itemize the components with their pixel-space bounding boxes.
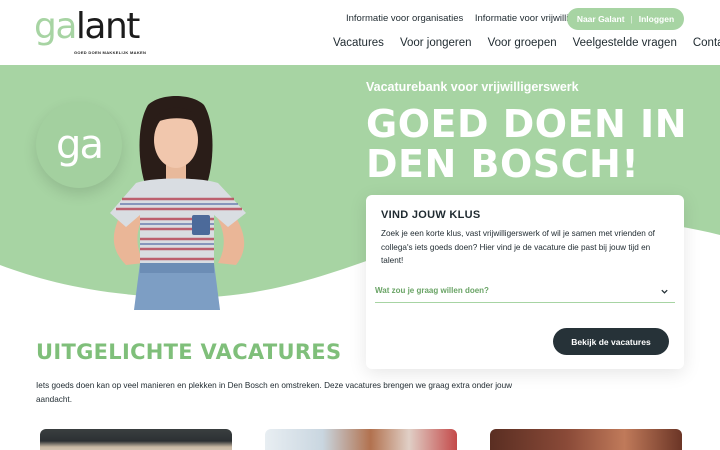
nav-voor-jongeren[interactable]: Voor jongeren: [400, 37, 472, 49]
featured-title: UITGELICHTE VACATURES: [36, 340, 342, 364]
search-card-text: Zoek je een korte klus, vast vrijwillige…: [381, 229, 655, 265]
logo-wordmark: galant: [34, 5, 141, 49]
vacancy-card-image[interactable]: [490, 429, 682, 450]
naar-galant-link[interactable]: Naar Galant: [577, 14, 625, 24]
nav-vacatures[interactable]: Vacatures: [333, 37, 384, 49]
main-nav: Vacatures Voor jongeren Voor groepen Vee…: [333, 37, 720, 49]
hero-kicker: Vacaturebank voor vrijwilligerswerk: [366, 80, 579, 94]
search-card-title: VIND JOUW KLUS: [381, 209, 481, 221]
logo-tagline: GOED DOEN MAKKELIJK MAKEN: [74, 50, 147, 55]
nav-contact[interactable]: Contact: [693, 37, 720, 49]
nav-voor-groepen[interactable]: Voor groepen: [488, 37, 557, 49]
galant-logo[interactable]: galant GOED DOEN MAKKELIJK MAKEN: [34, 6, 147, 55]
top-links: Informatie voor organisaties Informatie …: [346, 13, 596, 24]
nav-veelgestelde-vragen[interactable]: Veelgestelde vragen: [573, 37, 677, 49]
hero-title-line1: GOED DOEN IN: [366, 102, 688, 146]
login-link[interactable]: Inloggen: [639, 14, 674, 24]
featured-text: Iets goeds doen kan op veel manieren en …: [36, 381, 513, 404]
account-pill: Naar Galant | Inloggen: [567, 8, 684, 30]
vacancy-card-image[interactable]: [40, 429, 232, 450]
pill-separator: |: [630, 14, 633, 24]
hero-title: GOED DOEN IN DEN BOSCH!: [366, 104, 687, 184]
logo-ga: ga: [34, 6, 77, 47]
hero-title-line2: DEN BOSCH!: [366, 142, 640, 186]
vacancy-card-image[interactable]: [265, 429, 457, 450]
view-vacancies-button[interactable]: Bekijk de vacatures: [553, 328, 669, 355]
activity-select[interactable]: Wat zou je graag willen doen?: [375, 283, 675, 303]
site-header: galant GOED DOEN MAKKELIJK MAKEN Informa…: [0, 0, 720, 65]
search-card: VIND JOUW KLUS Zoek je een korte klus, v…: [366, 195, 684, 369]
logo-lant: lant: [75, 6, 141, 47]
link-info-organisaties[interactable]: Informatie voor organisaties: [346, 13, 463, 24]
chevron-down-icon: [661, 289, 668, 294]
activity-select-label: Wat zou je graag willen doen?: [375, 286, 489, 295]
hero-person-image: [110, 96, 246, 310]
